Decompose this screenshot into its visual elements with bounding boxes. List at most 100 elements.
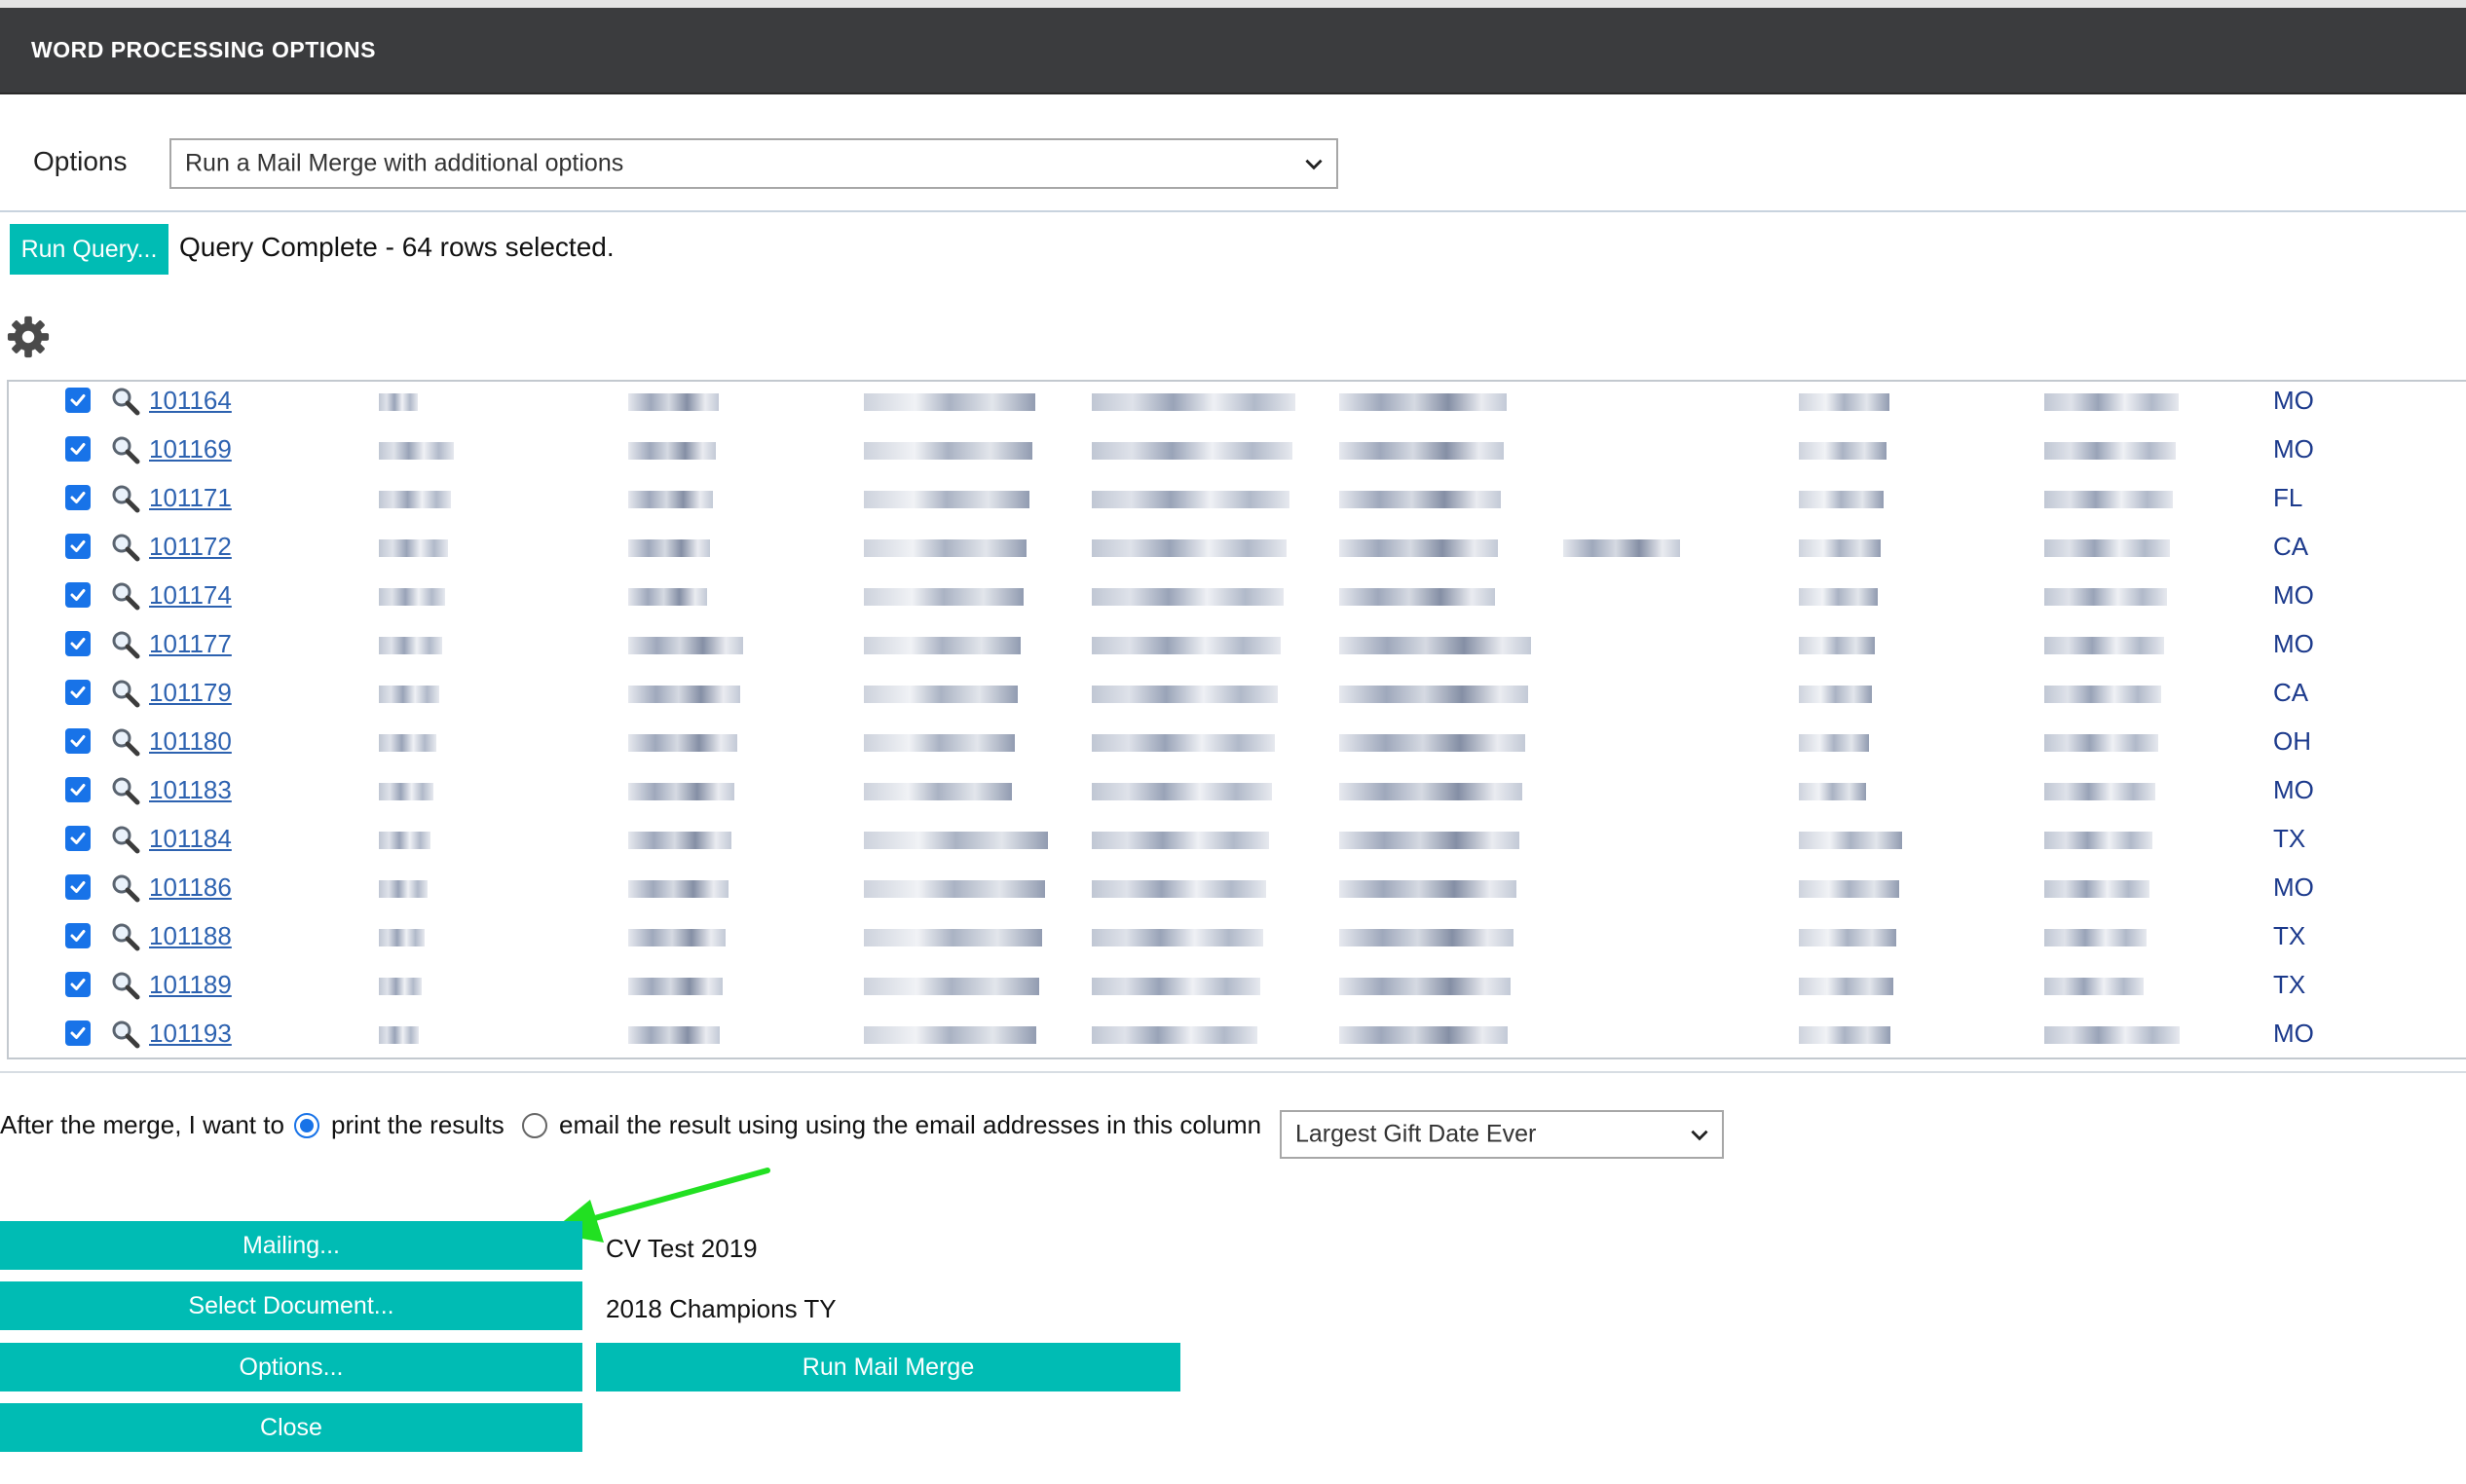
magnifier-icon[interactable]: [110, 678, 141, 709]
record-id-link[interactable]: 101184: [149, 824, 232, 854]
options-select-value: Run a Mail Merge with additional options: [185, 149, 624, 177]
checkmark-icon: [70, 979, 86, 990]
state-cell: MO: [2273, 386, 2314, 415]
magnifier-icon[interactable]: [110, 824, 141, 855]
row-checkbox[interactable]: [65, 777, 91, 802]
record-id-link[interactable]: 101180: [149, 726, 232, 757]
record-id-link[interactable]: 101171: [149, 483, 232, 513]
gear-icon[interactable]: [6, 315, 51, 359]
record-id-link[interactable]: 101174: [149, 580, 232, 611]
row-checkbox[interactable]: [65, 680, 91, 705]
row-checkbox[interactable]: [65, 582, 91, 608]
close-button[interactable]: Close: [0, 1403, 582, 1452]
record-id-link[interactable]: 101169: [149, 434, 232, 464]
row-checkbox[interactable]: [65, 485, 91, 510]
record-id-link[interactable]: 101179: [149, 678, 232, 708]
magnifier-icon[interactable]: [110, 970, 141, 1001]
row-checkbox[interactable]: [65, 972, 91, 997]
magnifier-icon[interactable]: [110, 872, 141, 904]
options-button[interactable]: Options...: [0, 1343, 582, 1391]
mailing-button[interactable]: Mailing...: [0, 1221, 582, 1270]
row-checkbox[interactable]: [65, 631, 91, 656]
redacted-cell: [1092, 832, 1269, 849]
row-checkbox[interactable]: [65, 388, 91, 413]
checkmark-icon: [70, 881, 86, 893]
redacted-cell: [379, 734, 436, 752]
redacted-cell: [379, 880, 428, 898]
run-query-button[interactable]: Run Query...: [10, 224, 168, 275]
table-row[interactable]: 101184 TX: [9, 820, 2466, 869]
checkmark-icon: [70, 1027, 86, 1039]
redacted-cell: [1799, 978, 1893, 995]
table-row[interactable]: 101193 MO: [9, 1015, 2466, 1057]
table-row[interactable]: 101183 MO: [9, 771, 2466, 820]
magnifier-icon[interactable]: [110, 580, 141, 612]
redacted-cell: [1799, 637, 1875, 654]
table-row[interactable]: 101177 MO: [9, 625, 2466, 674]
redacted-cell: [1339, 491, 1501, 508]
magnifier-icon[interactable]: [110, 775, 141, 806]
redacted-cell: [864, 686, 1018, 703]
magnifier-icon[interactable]: [110, 921, 141, 952]
print-results-radio[interactable]: [294, 1113, 319, 1138]
table-row[interactable]: 101169 MO: [9, 430, 2466, 479]
redacted-cell: [864, 1026, 1036, 1044]
row-checkbox[interactable]: [65, 534, 91, 559]
magnifier-icon[interactable]: [110, 386, 141, 417]
row-checkbox[interactable]: [65, 826, 91, 851]
state-cell: MO: [2273, 580, 2314, 610]
checkmark-icon: [70, 638, 86, 649]
checkmark-icon: [70, 394, 86, 406]
options-select[interactable]: Run a Mail Merge with additional options: [169, 138, 1338, 189]
row-checkbox[interactable]: [65, 728, 91, 754]
record-id-link[interactable]: 101172: [149, 532, 232, 562]
redacted-cell: [2044, 1026, 2180, 1044]
row-checkbox[interactable]: [65, 874, 91, 900]
redacted-cell: [1339, 588, 1495, 606]
run-mail-merge-button[interactable]: Run Mail Merge: [596, 1343, 1180, 1391]
chevron-down-icon: [1691, 1130, 1708, 1141]
table-row[interactable]: 101172 CA: [9, 528, 2466, 576]
results-table[interactable]: 101164 MO 101169 MO 101171 FL 101172 CA 101174 MO…: [7, 380, 2466, 1059]
table-row[interactable]: 101164 MO: [9, 382, 2466, 430]
record-id-link[interactable]: 101164: [149, 386, 232, 416]
redacted-cell: [1563, 539, 1680, 557]
top-border: [0, 0, 2466, 8]
email-results-radio[interactable]: [522, 1113, 547, 1138]
window-title: WORD PROCESSING OPTIONS: [31, 37, 376, 62]
row-checkbox[interactable]: [65, 1020, 91, 1046]
state-cell: MO: [2273, 1019, 2314, 1048]
record-id-link[interactable]: 101183: [149, 775, 232, 805]
record-id-link[interactable]: 101193: [149, 1019, 232, 1049]
table-row[interactable]: 101174 MO: [9, 576, 2466, 625]
magnifier-icon[interactable]: [110, 532, 141, 563]
table-row[interactable]: 101189 TX: [9, 966, 2466, 1015]
table-row[interactable]: 101188 TX: [9, 917, 2466, 966]
select-document-button[interactable]: Select Document...: [0, 1281, 582, 1330]
redacted-cell: [1799, 393, 1889, 411]
magnifier-icon[interactable]: [110, 483, 141, 514]
email-column-select[interactable]: Largest Gift Date Ever: [1280, 1110, 1724, 1159]
magnifier-icon[interactable]: [110, 434, 141, 465]
table-row[interactable]: 101180 OH: [9, 723, 2466, 771]
magnifier-icon[interactable]: [110, 1019, 141, 1050]
redacted-cell: [2044, 637, 2164, 654]
redacted-cell: [1339, 686, 1528, 703]
table-row[interactable]: 101179 CA: [9, 674, 2466, 723]
state-cell: CA: [2273, 532, 2309, 561]
record-id-link[interactable]: 101186: [149, 872, 232, 903]
table-row[interactable]: 101171 FL: [9, 479, 2466, 528]
row-checkbox[interactable]: [65, 923, 91, 948]
row-checkbox[interactable]: [65, 436, 91, 462]
record-id-link[interactable]: 101189: [149, 970, 232, 1000]
record-id-link[interactable]: 101177: [149, 629, 232, 659]
magnifier-icon[interactable]: [110, 726, 141, 758]
state-cell: MO: [2273, 434, 2314, 464]
record-id-link[interactable]: 101188: [149, 921, 232, 951]
table-row[interactable]: 101186 MO: [9, 869, 2466, 917]
redacted-cell: [1799, 832, 1902, 849]
redacted-cell: [864, 978, 1039, 995]
magnifier-icon[interactable]: [110, 629, 141, 660]
redacted-cell: [1799, 491, 1884, 508]
redacted-cell: [2044, 588, 2167, 606]
